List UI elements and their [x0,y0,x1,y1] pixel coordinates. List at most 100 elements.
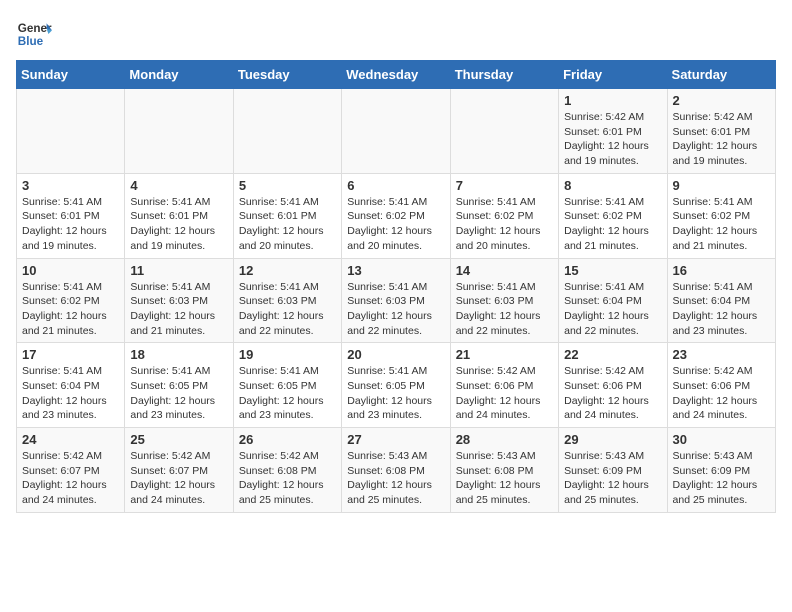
svg-text:Blue: Blue [18,35,44,48]
logo-icon: General Blue [16,16,52,52]
weekday-header-row: SundayMondayTuesdayWednesdayThursdayFrid… [17,61,776,89]
day-number: 16 [673,263,770,278]
day-info: Sunrise: 5:41 AM Sunset: 6:05 PM Dayligh… [347,364,444,423]
day-number: 20 [347,347,444,362]
day-number: 23 [673,347,770,362]
day-cell-3: 3Sunrise: 5:41 AM Sunset: 6:01 PM Daylig… [17,173,125,258]
day-number: 30 [673,432,770,447]
day-info: Sunrise: 5:41 AM Sunset: 6:02 PM Dayligh… [564,195,661,254]
page-header: General Blue [16,16,776,52]
day-number: 6 [347,178,444,193]
empty-cell [233,89,341,174]
day-info: Sunrise: 5:42 AM Sunset: 6:07 PM Dayligh… [22,449,119,508]
day-number: 14 [456,263,553,278]
empty-cell [342,89,450,174]
day-cell-10: 10 Sunrise: 5:41 AM Sunset: 6:02 PM Dayli… [17,258,125,343]
day-number: 29 [564,432,661,447]
day-number: 27 [347,432,444,447]
day-cell-21: 21 Sunrise: 5:42 AM Sunset: 6:06 PM Dayli… [450,343,558,428]
day-info: Sunrise: 5:42 AM Sunset: 6:01 PM Dayligh… [673,110,770,169]
day-info: Sunrise: 5:41 AM Sunset: 6:02 PM Dayligh… [22,280,119,339]
day-cell-27: 27 Sunrise: 5:43 AM Sunset: 6:08 PM Dayli… [342,428,450,513]
day-cell-19: 19Sunrise: 5:41 AM Sunset: 6:05 PM Dayli… [233,343,341,428]
day-number: 24 [22,432,119,447]
day-cell-18: 18 Sunrise: 5:41 AM Sunset: 6:05 PM Dayli… [125,343,233,428]
day-number: 26 [239,432,336,447]
day-info: Sunrise: 5:41 AM Sunset: 6:03 PM Dayligh… [456,280,553,339]
day-info: Sunrise: 5:41 AM Sunset: 6:04 PM Dayligh… [564,280,661,339]
day-number: 12 [239,263,336,278]
day-cell-13: 13 Sunrise: 5:41 AM Sunset: 6:03 PM Dayli… [342,258,450,343]
day-info: Sunrise: 5:42 AM Sunset: 6:06 PM Dayligh… [456,364,553,423]
day-info: Sunrise: 5:42 AM Sunset: 6:06 PM Dayligh… [673,364,770,423]
day-cell-20: 20 Sunrise: 5:41 AM Sunset: 6:05 PM Dayli… [342,343,450,428]
day-info: Sunrise: 5:43 AM Sunset: 6:09 PM Dayligh… [673,449,770,508]
day-number: 5 [239,178,336,193]
day-number: 19 [239,347,336,362]
day-number: 7 [456,178,553,193]
week-row-5: 24 Sunrise: 5:42 AM Sunset: 6:07 PM Dayli… [17,428,776,513]
day-info: Sunrise: 5:41 AM Sunset: 6:01 PM Dayligh… [239,195,336,254]
weekday-header-friday: Friday [559,61,667,89]
day-info: Sunrise: 5:41 AM Sunset: 6:03 PM Dayligh… [239,280,336,339]
day-info: Sunrise: 5:43 AM Sunset: 6:08 PM Dayligh… [347,449,444,508]
day-cell-12: 12 Sunrise: 5:41 AM Sunset: 6:03 PM Dayli… [233,258,341,343]
day-cell-8: 8 Sunrise: 5:41 AM Sunset: 6:02 PM Daylig… [559,173,667,258]
day-info: Sunrise: 5:41 AM Sunset: 6:03 PM Dayligh… [347,280,444,339]
day-info: Sunrise: 5:41 AM Sunset: 6:01 PM Dayligh… [22,195,119,254]
week-row-2: 3Sunrise: 5:41 AM Sunset: 6:01 PM Daylig… [17,173,776,258]
day-number: 13 [347,263,444,278]
day-info: Sunrise: 5:41 AM Sunset: 6:05 PM Dayligh… [130,364,227,423]
day-cell-26: 26 Sunrise: 5:42 AM Sunset: 6:08 PM Dayli… [233,428,341,513]
day-cell-22: 22 Sunrise: 5:42 AM Sunset: 6:06 PM Dayli… [559,343,667,428]
day-number: 10 [22,263,119,278]
weekday-header-monday: Monday [125,61,233,89]
day-cell-17: 17 Sunrise: 5:41 AM Sunset: 6:04 PM Dayli… [17,343,125,428]
day-cell-6: 6 Sunrise: 5:41 AM Sunset: 6:02 PM Daylig… [342,173,450,258]
day-cell-7: 7 Sunrise: 5:41 AM Sunset: 6:02 PM Daylig… [450,173,558,258]
day-info: Sunrise: 5:41 AM Sunset: 6:04 PM Dayligh… [22,364,119,423]
day-cell-11: 11Sunrise: 5:41 AM Sunset: 6:03 PM Dayli… [125,258,233,343]
empty-cell [450,89,558,174]
day-number: 22 [564,347,661,362]
week-row-1: 1 Sunrise: 5:42 AM Sunset: 6:01 PM Daylig… [17,89,776,174]
empty-cell [17,89,125,174]
day-info: Sunrise: 5:41 AM Sunset: 6:04 PM Dayligh… [673,280,770,339]
weekday-header-wednesday: Wednesday [342,61,450,89]
day-number: 8 [564,178,661,193]
day-cell-16: 16 Sunrise: 5:41 AM Sunset: 6:04 PM Dayli… [667,258,775,343]
day-cell-28: 28Sunrise: 5:43 AM Sunset: 6:08 PM Dayli… [450,428,558,513]
day-cell-9: 9Sunrise: 5:41 AM Sunset: 6:02 PM Daylig… [667,173,775,258]
logo: General Blue [16,16,52,52]
day-number: 9 [673,178,770,193]
day-number: 18 [130,347,227,362]
weekday-header-sunday: Sunday [17,61,125,89]
weekday-header-thursday: Thursday [450,61,558,89]
week-row-4: 17 Sunrise: 5:41 AM Sunset: 6:04 PM Dayli… [17,343,776,428]
day-cell-24: 24 Sunrise: 5:42 AM Sunset: 6:07 PM Dayli… [17,428,125,513]
day-number: 1 [564,93,661,108]
day-cell-1: 1 Sunrise: 5:42 AM Sunset: 6:01 PM Daylig… [559,89,667,174]
day-number: 17 [22,347,119,362]
day-info: Sunrise: 5:43 AM Sunset: 6:08 PM Dayligh… [456,449,553,508]
weekday-header-saturday: Saturday [667,61,775,89]
day-number: 15 [564,263,661,278]
empty-cell [125,89,233,174]
day-info: Sunrise: 5:42 AM Sunset: 6:01 PM Dayligh… [564,110,661,169]
day-number: 11 [130,263,227,278]
day-number: 25 [130,432,227,447]
day-number: 4 [130,178,227,193]
day-info: Sunrise: 5:41 AM Sunset: 6:02 PM Dayligh… [347,195,444,254]
day-info: Sunrise: 5:41 AM Sunset: 6:02 PM Dayligh… [456,195,553,254]
day-info: Sunrise: 5:41 AM Sunset: 6:01 PM Dayligh… [130,195,227,254]
day-cell-23: 23 Sunrise: 5:42 AM Sunset: 6:06 PM Dayli… [667,343,775,428]
day-info: Sunrise: 5:42 AM Sunset: 6:06 PM Dayligh… [564,364,661,423]
day-info: Sunrise: 5:42 AM Sunset: 6:08 PM Dayligh… [239,449,336,508]
day-cell-15: 15 Sunrise: 5:41 AM Sunset: 6:04 PM Dayli… [559,258,667,343]
day-info: Sunrise: 5:43 AM Sunset: 6:09 PM Dayligh… [564,449,661,508]
calendar-table: SundayMondayTuesdayWednesdayThursdayFrid… [16,60,776,513]
day-number: 2 [673,93,770,108]
day-number: 21 [456,347,553,362]
week-row-3: 10 Sunrise: 5:41 AM Sunset: 6:02 PM Dayli… [17,258,776,343]
day-cell-14: 14 Sunrise: 5:41 AM Sunset: 6:03 PM Dayli… [450,258,558,343]
